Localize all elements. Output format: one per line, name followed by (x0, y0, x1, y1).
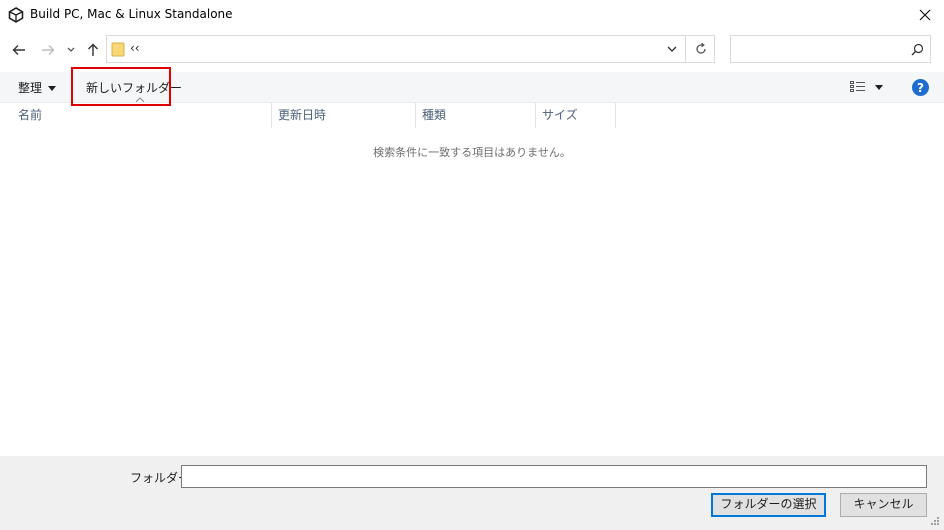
column-divider[interactable] (615, 103, 616, 128)
folder-name-input[interactable] (181, 465, 927, 488)
refresh-button[interactable] (691, 39, 711, 59)
address-path[interactable]: ‹‹ (130, 41, 140, 55)
cancel-button[interactable]: キャンセル (840, 493, 927, 517)
chevron-down-icon (667, 46, 677, 52)
column-header-name[interactable]: 名前 (18, 103, 270, 128)
forward-button[interactable] (38, 40, 58, 60)
empty-list-message: 検索条件に一致する項目はありません。 (373, 146, 571, 159)
details-view-icon (850, 81, 865, 92)
tooltip-pointer-icon (136, 97, 144, 102)
caret-down-icon (875, 84, 883, 90)
back-button[interactable] (9, 40, 29, 60)
up-button[interactable] (83, 40, 103, 60)
column-divider[interactable] (415, 103, 416, 128)
new-folder-button[interactable]: 新しいフォルダー (86, 79, 182, 96)
select-folder-button[interactable]: フォルダーの選択 (711, 493, 826, 517)
address-bar[interactable]: ‹‹ (106, 35, 715, 63)
column-header-date-modified[interactable]: 更新日時 (278, 103, 414, 128)
divider (685, 36, 686, 62)
close-button[interactable] (915, 5, 935, 25)
organize-button[interactable]: 整理 (18, 79, 57, 96)
column-header-type[interactable]: 種類 (422, 103, 534, 128)
column-headers: 名前 更新日時 種類 サイズ (0, 103, 944, 128)
resize-grip-icon[interactable] (930, 516, 940, 526)
refresh-icon (696, 43, 706, 54)
search-box[interactable] (730, 35, 931, 63)
column-header-size[interactable]: サイズ (542, 103, 614, 128)
change-view-button[interactable] (850, 80, 886, 94)
unity-icon (8, 7, 24, 23)
arrow-left-icon (12, 45, 25, 55)
organize-label: 整理 (18, 81, 43, 95)
help-button[interactable]: ? (912, 79, 929, 96)
close-icon (919, 9, 931, 21)
column-divider[interactable] (535, 103, 536, 128)
arrow-up-icon (88, 43, 98, 56)
caret-down-icon (48, 86, 57, 91)
arrow-right-icon (42, 45, 55, 55)
search-icon (911, 43, 924, 56)
folder-icon (111, 42, 125, 57)
recent-locations-button[interactable] (64, 40, 78, 60)
address-dropdown-button[interactable] (663, 40, 681, 58)
title-bar: Build PC, Mac & Linux Standalone (0, 0, 944, 30)
window-title: Build PC, Mac & Linux Standalone (30, 7, 233, 21)
search-input[interactable] (735, 39, 907, 61)
chevron-down-icon (67, 47, 75, 52)
column-divider[interactable] (271, 103, 272, 128)
